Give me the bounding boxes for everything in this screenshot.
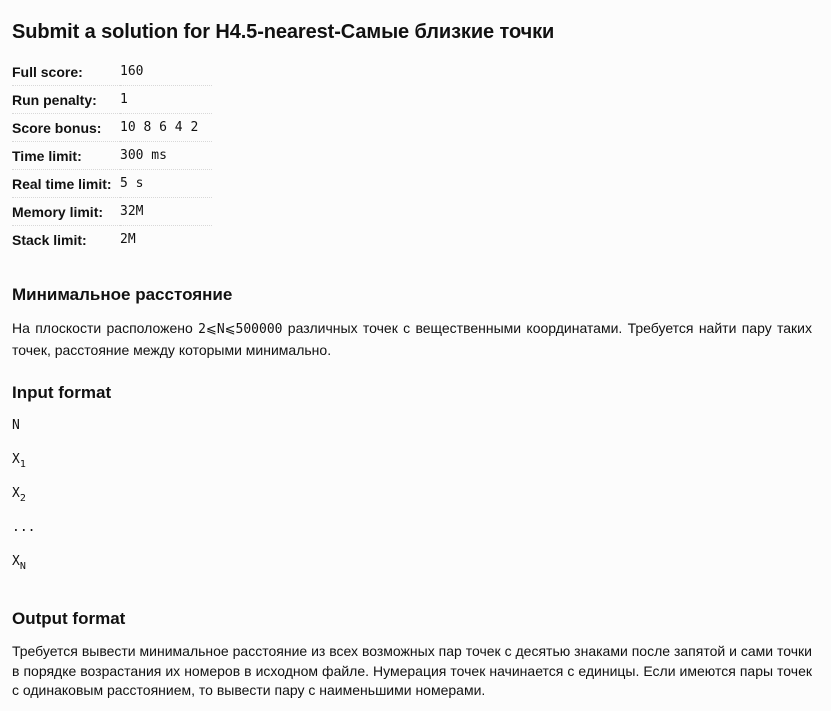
- problem-page: Submit a solution for H4.5-nearest-Самые…: [0, 0, 831, 701]
- input-line: XN: [12, 552, 812, 586]
- limit-value: 5 s: [120, 169, 212, 198]
- limit-key: Time limit:: [12, 141, 120, 170]
- limit-row-real-time-limit: Real time limit: 5 s: [12, 169, 212, 198]
- input-line: N: [12, 416, 812, 450]
- statement-formula: 2⩽N⩽500000: [198, 322, 283, 337]
- page-title: Submit a solution for H4.5-nearest-Самые…: [12, 21, 555, 43]
- input-format-lines: N X1 X2 ... XN: [12, 416, 812, 586]
- limit-value: 2M: [120, 232, 136, 247]
- input-line-base: N: [12, 418, 20, 433]
- limit-row-memory-limit: Memory limit: 32M: [12, 197, 212, 226]
- limit-key: Real time limit:: [12, 169, 120, 198]
- input-line: ...: [12, 518, 812, 552]
- input-line-sub: N: [19, 561, 26, 572]
- limit-key: Memory limit:: [12, 197, 120, 226]
- output-format-title: Output format: [12, 609, 126, 628]
- statement-text: На плоскости расположено 2⩽N⩽500000 разл…: [12, 318, 812, 360]
- limit-value: 160: [120, 58, 212, 86]
- limit-value: 300 ms: [120, 141, 212, 170]
- limit-key: Score bonus:: [12, 113, 120, 142]
- input-line-base: X: [12, 452, 20, 467]
- input-format-title: Input format: [12, 383, 112, 402]
- limit-row-full-score: Full score: 160: [12, 58, 212, 86]
- limits-table: Full score: 160 Run penalty: 1 Score bon…: [12, 58, 212, 253]
- input-line-base: ...: [12, 520, 36, 535]
- limit-value: 1: [120, 85, 212, 114]
- input-line-base: X: [12, 554, 20, 569]
- input-line-base: X: [12, 486, 20, 501]
- input-line: X2: [12, 484, 812, 518]
- limit-key: Stack limit:: [12, 231, 87, 248]
- input-line: X1: [12, 450, 812, 484]
- limit-row-run-penalty: Run penalty: 1: [12, 85, 212, 114]
- statement-text-before: На плоскости расположено: [12, 320, 199, 336]
- limit-row-stack-limit: Stack limit: 2M: [12, 226, 212, 254]
- limit-row-time-limit: Time limit: 300 ms: [12, 141, 212, 170]
- input-line-sub: 2: [19, 493, 26, 504]
- output-format-text: Требуется вывести минимальное расстояние…: [12, 643, 812, 698]
- limit-key: Run penalty:: [12, 85, 120, 114]
- limit-value: 32M: [120, 197, 212, 226]
- limit-row-score-bonus: Score bonus: 10 8 6 4 2: [12, 113, 212, 142]
- input-line-sub: 1: [19, 459, 26, 470]
- limit-key: Full score:: [12, 58, 120, 86]
- statement-title: Минимальное расстояние: [12, 285, 233, 304]
- limit-value: 10 8 6 4 2: [120, 113, 212, 142]
